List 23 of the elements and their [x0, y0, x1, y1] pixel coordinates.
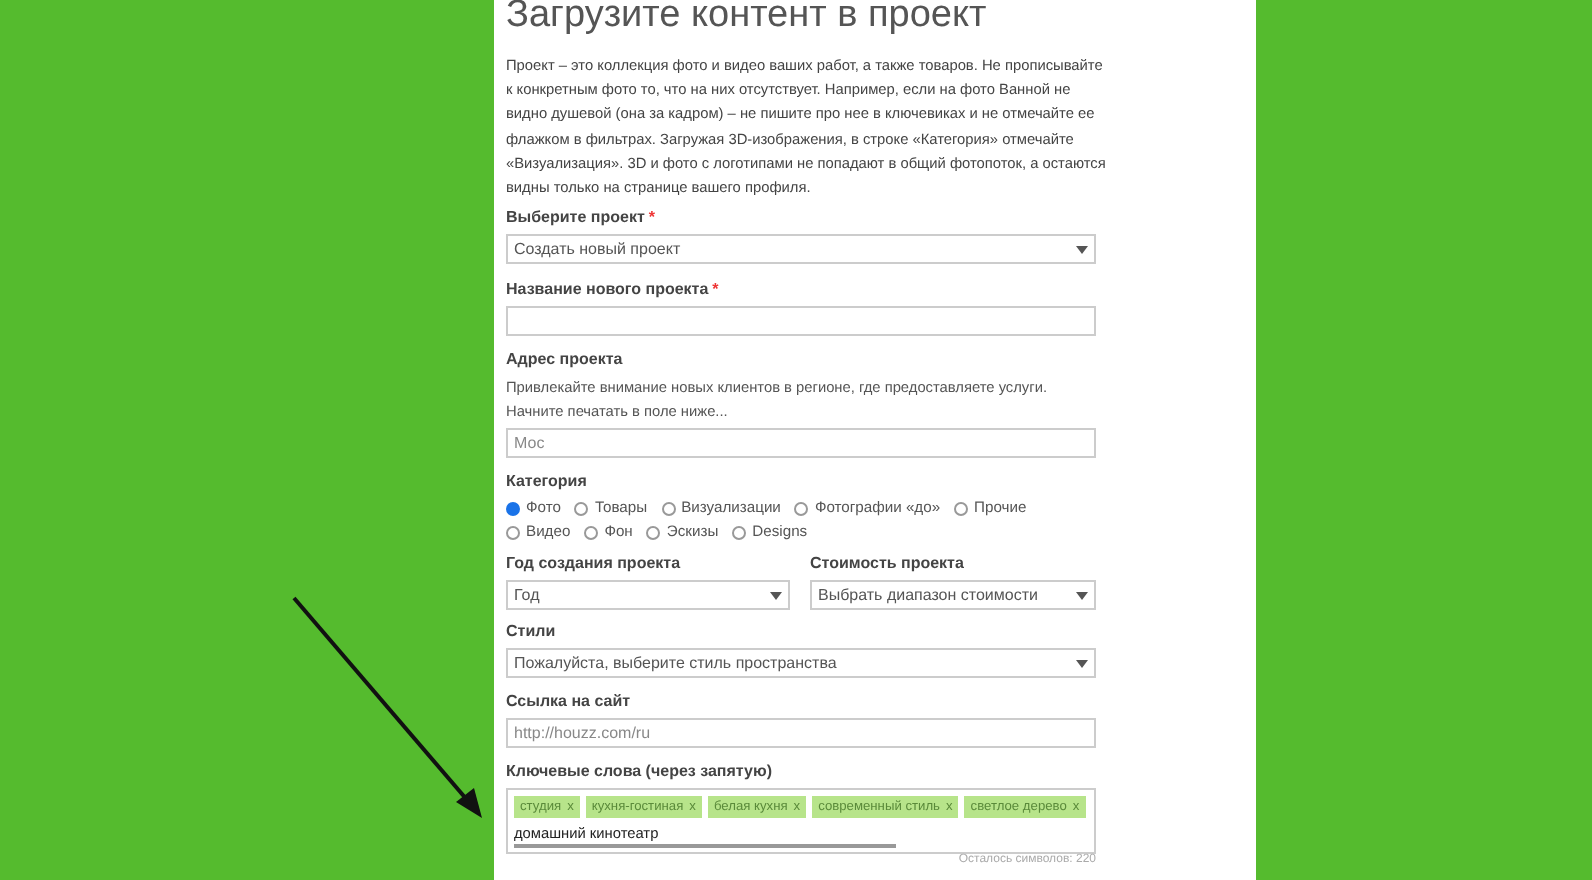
input-field[interactable]: Мос [506, 428, 1096, 459]
input-field[interactable] [506, 306, 1096, 337]
radio-button[interactable] [506, 525, 520, 540]
dropdown-select[interactable]: Выбрать диапазон стоимости [810, 580, 1096, 611]
required-asterisk: * [712, 280, 719, 299]
radio-button[interactable] [574, 501, 589, 516]
radio-button[interactable] [732, 525, 747, 540]
caret-icon [1076, 659, 1088, 668]
radio-button[interactable] [661, 501, 676, 516]
radio-button[interactable] [646, 525, 661, 540]
dropdown-select[interactable]: Год [506, 580, 790, 611]
caret-icon [1076, 591, 1088, 600]
radio-button[interactable] [506, 501, 520, 516]
caret-icon [770, 591, 782, 600]
page-title: Загрузите контент в проект [506, 0, 989, 36]
radio-button[interactable] [954, 501, 969, 516]
radio-button[interactable] [584, 525, 599, 540]
radio-button[interactable] [794, 501, 809, 516]
input-field[interactable]: http://houzz.com/ru [506, 718, 1096, 749]
required-asterisk: * [648, 208, 655, 227]
caret-icon [1076, 245, 1088, 254]
dropdown-select[interactable]: Пожалуйста, выберите стиль пространства [506, 648, 1096, 679]
dropdown-select[interactable]: Создать новый проект [506, 234, 1096, 265]
